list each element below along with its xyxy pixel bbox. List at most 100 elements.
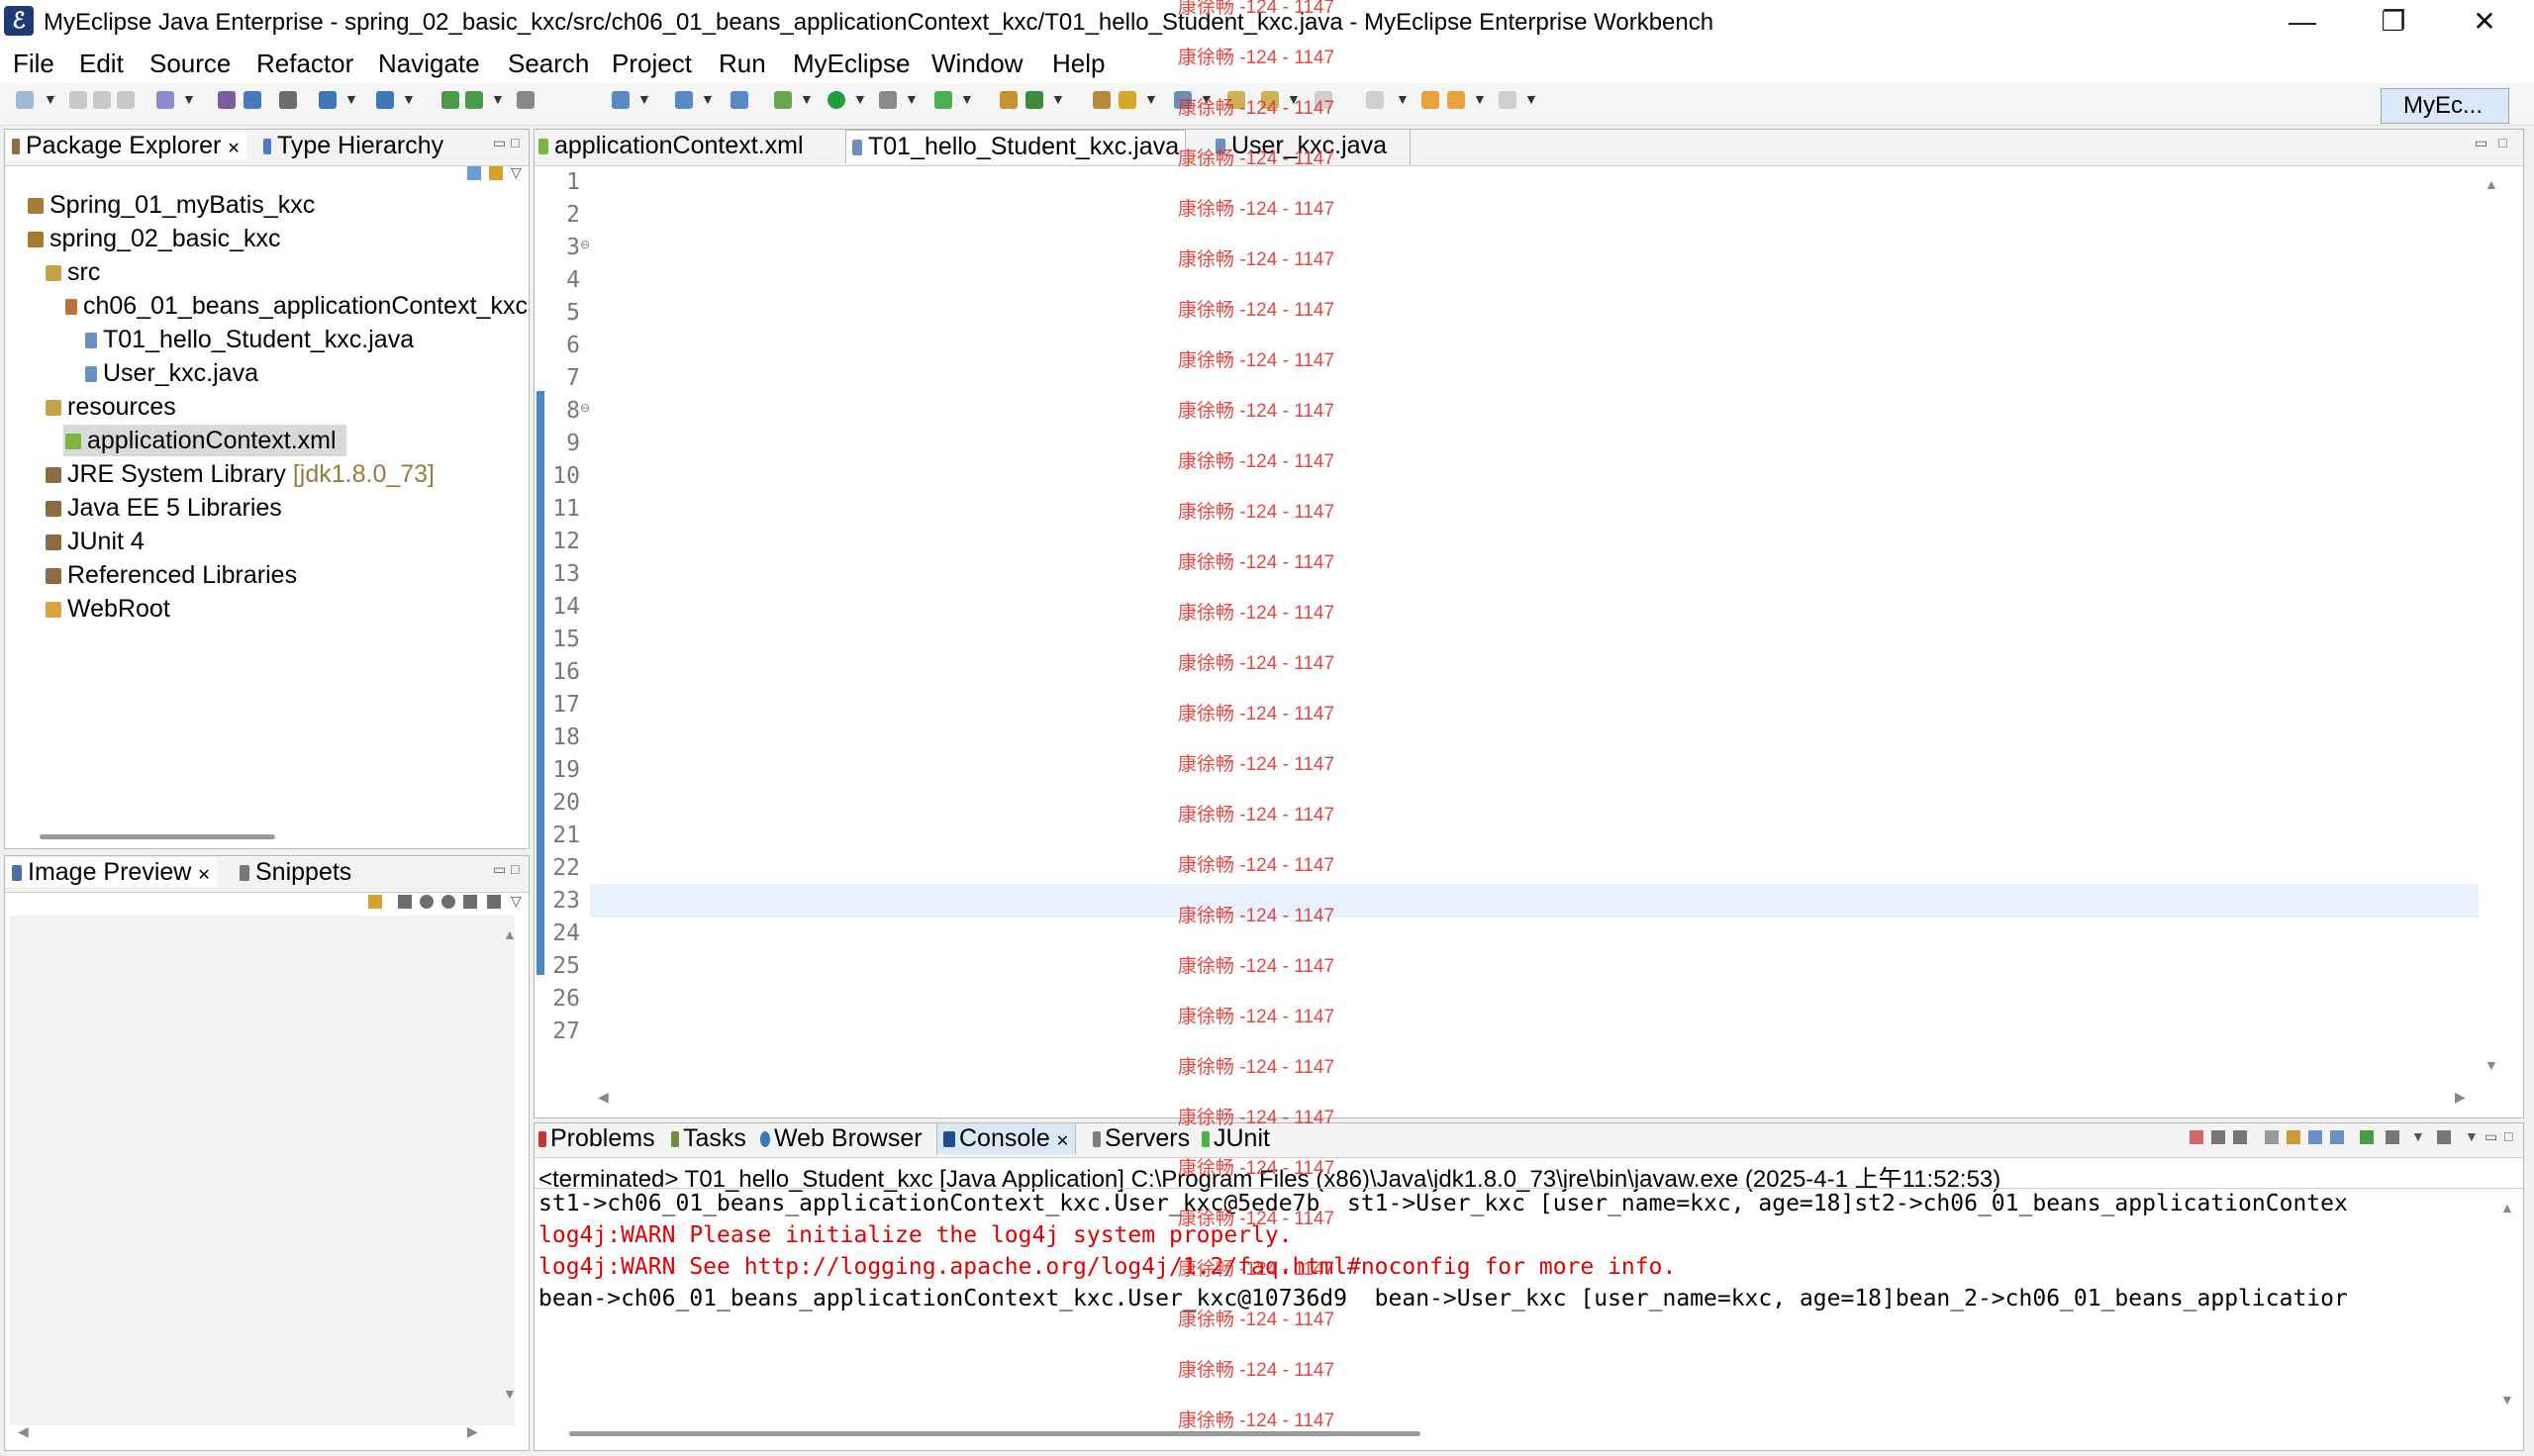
menu-refactor[interactable]: Refactor [256, 49, 353, 79]
menu-search[interactable]: Search [508, 49, 589, 79]
run-icon[interactable] [828, 91, 845, 109]
refresh-dropdown-icon[interactable]: ▼ [1051, 91, 1065, 107]
scroll-right-icon[interactable]: ▶ [2455, 1089, 2466, 1106]
close-icon[interactable]: ✕ [1056, 1133, 1069, 1150]
tree-item-user-java[interactable]: User_kxc.java [85, 359, 258, 388]
tree-item-package[interactable]: ch06_01_beans_applicationContext_kxc [65, 292, 528, 321]
annotation-dropdown-icon[interactable]: ▼ [701, 91, 715, 107]
pen-icon[interactable] [1119, 91, 1136, 109]
console-hscrollbar[interactable] [569, 1431, 1420, 1436]
browser-icon[interactable] [279, 91, 297, 109]
server-icon[interactable] [218, 91, 236, 109]
menu-edit[interactable]: Edit [79, 49, 124, 79]
explorer-hscrollbar[interactable] [40, 834, 275, 839]
new-class-icon[interactable] [376, 91, 394, 109]
maximize-view-icon[interactable]: □ [511, 135, 519, 150]
tab-junit[interactable]: JUnit [1202, 1124, 1270, 1153]
tab-t01-java[interactable]: T01_hello_Student_kxc.java [845, 130, 1187, 163]
scroll-left-icon[interactable]: ◀ [598, 1089, 609, 1106]
annotate-next-icon[interactable] [1227, 91, 1245, 109]
minimize-view-icon[interactable]: ▭ [493, 861, 506, 878]
view-menu-icon[interactable]: ▽ [511, 164, 522, 181]
print-icon[interactable] [117, 91, 135, 109]
scroll-up-icon[interactable]: ▲ [2500, 1200, 2514, 1215]
show-stdout-icon[interactable] [2308, 1130, 2322, 1144]
deploy-icon[interactable] [156, 91, 174, 109]
debug-icon[interactable] [774, 91, 792, 109]
tree-item-spring02[interactable]: spring_02_basic_kxc [28, 225, 280, 253]
history-dropdown-icon[interactable]: ▼ [1396, 91, 1410, 107]
minimize-view-icon[interactable]: ▭ [2485, 1128, 2497, 1145]
scroll-right-icon[interactable]: ▶ [467, 1423, 478, 1440]
fold-icon[interactable]: ⊖ [580, 238, 590, 251]
open-dropdown-icon[interactable]: ▼ [491, 91, 505, 107]
nav-dropdown-icon[interactable]: ▼ [1473, 91, 1487, 107]
outline-icon[interactable] [731, 91, 748, 109]
refresh-icon[interactable] [1025, 91, 1043, 109]
maximize-view-icon[interactable]: □ [2498, 135, 2506, 150]
tab-console[interactable]: Console ✕ [936, 1122, 1077, 1154]
open-console-icon[interactable] [2437, 1130, 2451, 1144]
tree-item-spring01[interactable]: Spring_01_myBatis_kxc [28, 191, 315, 220]
db-icon[interactable] [244, 91, 261, 109]
tab-tasks[interactable]: Tasks [671, 1124, 746, 1153]
menu-source[interactable]: Source [149, 49, 231, 79]
tree-item-t01-java[interactable]: T01_hello_Student_kxc.java [85, 326, 414, 354]
close-icon[interactable]: ✕ [197, 867, 210, 884]
view-menu-icon[interactable]: ▼ [2465, 1128, 2479, 1144]
scroll-down-icon[interactable]: ▼ [2500, 1392, 2514, 1407]
tree-item-applicationcontext-xml[interactable]: applicationContext.xml [65, 427, 337, 455]
maximize-view-icon[interactable]: □ [2504, 1128, 2512, 1144]
external-tools-dropdown-icon[interactable]: ▼ [960, 91, 974, 107]
clear-console-icon[interactable] [2265, 1130, 2279, 1144]
profile-icon[interactable] [879, 91, 897, 109]
pin-icon[interactable] [1315, 91, 1332, 109]
remove-launch-icon[interactable] [2211, 1130, 2225, 1144]
minimize-view-icon[interactable]: ▭ [493, 135, 506, 151]
profile-dropdown-icon[interactable]: ▼ [905, 91, 919, 107]
new-class-dropdown-icon[interactable]: ▼ [402, 91, 416, 107]
run-dropdown-icon[interactable]: ▼ [853, 91, 867, 107]
new-dropdown-icon[interactable]: ▼ [44, 91, 57, 107]
tab-problems[interactable]: Problems [538, 1124, 655, 1153]
menu-window[interactable]: Window [931, 49, 1023, 79]
pen-dropdown-icon[interactable]: ▼ [1144, 91, 1158, 107]
menu-myeclipse[interactable]: MyEclipse [793, 49, 910, 79]
close-button[interactable]: ✕ [2437, 0, 2532, 46]
scroll-left-icon[interactable]: ◀ [18, 1423, 29, 1440]
fold-icon[interactable]: ⊖ [580, 401, 590, 415]
tab-servers[interactable]: Servers [1093, 1124, 1190, 1153]
display-console-icon[interactable] [2386, 1130, 2399, 1144]
scroll-up-icon[interactable]: ▲ [2485, 176, 2498, 192]
open-folder-icon[interactable] [1093, 91, 1111, 109]
save-all-icon[interactable] [93, 91, 111, 109]
open-resource-icon[interactable] [465, 91, 483, 109]
collapse-all-icon[interactable] [467, 166, 481, 180]
preview-options-icon[interactable] [487, 895, 501, 909]
minimize-view-icon[interactable]: ▭ [2475, 135, 2487, 151]
next-edit-dropdown-icon[interactable]: ▼ [1524, 91, 1538, 107]
maximize-view-icon[interactable]: □ [511, 861, 519, 877]
back-icon[interactable] [1421, 91, 1439, 109]
open-type-icon[interactable] [441, 91, 459, 109]
view-menu-icon[interactable]: ▽ [511, 893, 522, 910]
scroll-down-icon[interactable]: ▼ [2485, 1057, 2498, 1073]
close-icon[interactable]: ✕ [227, 141, 240, 157]
show-stderr-icon[interactable] [2330, 1130, 2344, 1144]
next-edit-icon[interactable] [1499, 91, 1516, 109]
zoom-actual-icon[interactable] [463, 895, 477, 909]
minimize-button[interactable]: — [2255, 0, 2350, 46]
tab-type-hierarchy[interactable]: Type Hierarchy [263, 132, 443, 160]
tab-package-explorer[interactable]: Package Explorer ✕ [6, 132, 246, 160]
tab-applicationcontext-xml[interactable]: applicationContext.xml [538, 132, 804, 160]
annotation-icon[interactable] [675, 91, 693, 109]
tab-image-preview[interactable]: Image Preview ✕ [6, 858, 217, 887]
scroll-up-icon[interactable]: ▲ [503, 926, 517, 942]
debug-dropdown-icon[interactable]: ▼ [800, 91, 814, 107]
annotate-dropdown-icon[interactable]: ▼ [1287, 91, 1301, 107]
menu-run[interactable]: Run [719, 49, 766, 79]
tree-item-junit4[interactable]: JUnit 4 [46, 528, 145, 556]
history-icon[interactable] [1366, 91, 1384, 109]
preview-link-icon[interactable] [368, 895, 382, 909]
tab-user-java[interactable]: User_kxc.java [1216, 132, 1387, 160]
